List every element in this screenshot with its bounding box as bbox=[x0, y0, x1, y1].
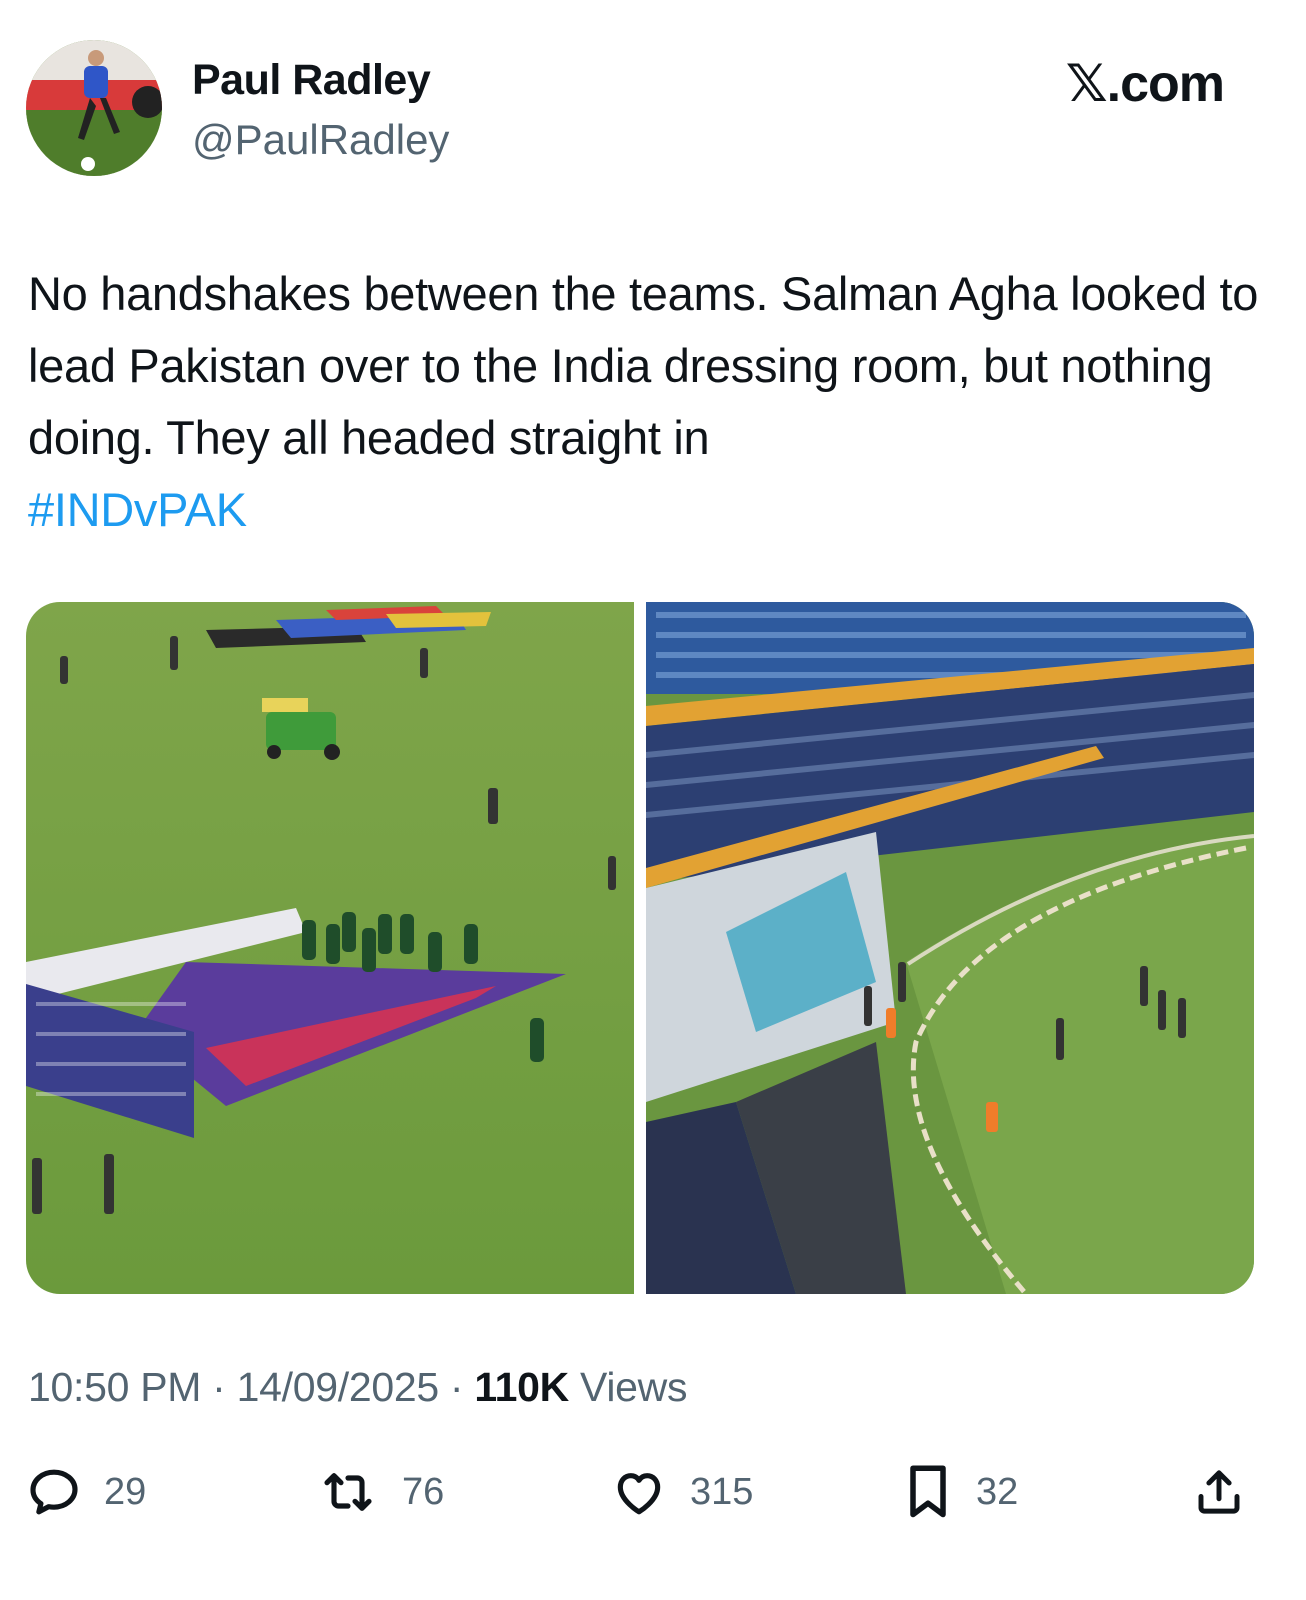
avatar-photo-icon bbox=[26, 40, 162, 176]
author-avatar[interactable] bbox=[26, 40, 162, 176]
action-bar: 29 76 315 32 bbox=[26, 1460, 1256, 1524]
x-com-logo: 𝕏.com bbox=[1065, 54, 1225, 114]
views-label: Views bbox=[568, 1364, 688, 1410]
bookmark-icon bbox=[910, 1465, 946, 1518]
stadium-stands-boundary-photo bbox=[646, 602, 1254, 1294]
hashtag-link[interactable]: #INDvPAK bbox=[28, 474, 1268, 546]
bookmark-button[interactable]: 32 bbox=[902, 1460, 1018, 1524]
media-photo-1[interactable] bbox=[26, 602, 634, 1294]
meta-separator: · bbox=[438, 1364, 475, 1410]
reply-button[interactable]: 29 bbox=[26, 1460, 146, 1524]
tweet-time[interactable]: 10:50 PM bbox=[28, 1364, 201, 1410]
brand-suffix: .com bbox=[1106, 55, 1225, 113]
share-icon bbox=[1198, 1470, 1240, 1514]
reply-icon bbox=[30, 1469, 78, 1515]
tweet-meta: 10:50 PM · 14/09/2025 · 110K Views bbox=[28, 1364, 687, 1411]
x-logo-icon: 𝕏 bbox=[1065, 54, 1108, 114]
like-button[interactable]: 315 bbox=[610, 1460, 753, 1524]
share-button[interactable] bbox=[1192, 1460, 1246, 1524]
like-heart-icon bbox=[617, 1473, 661, 1515]
repost-count: 76 bbox=[402, 1470, 445, 1513]
author-name[interactable]: Paul Radley bbox=[192, 56, 431, 105]
media-photo-2[interactable] bbox=[646, 602, 1254, 1294]
cricket-ground-players-photo bbox=[26, 602, 634, 1294]
repost-icon bbox=[324, 1473, 372, 1511]
author-handle[interactable]: @PaulRadley bbox=[192, 116, 449, 164]
reply-count: 29 bbox=[104, 1470, 147, 1513]
tweet-text: No handshakes between the teams. Salman … bbox=[28, 258, 1268, 546]
media-grid bbox=[26, 602, 1254, 1294]
like-count: 315 bbox=[690, 1470, 754, 1513]
bookmark-count: 32 bbox=[976, 1470, 1019, 1513]
views-count: 110K bbox=[474, 1364, 569, 1410]
tweet-date[interactable]: 14/09/2025 bbox=[237, 1364, 440, 1410]
repost-button[interactable]: 76 bbox=[316, 1460, 444, 1524]
meta-separator: · bbox=[201, 1364, 237, 1410]
tweet-body: No handshakes between the teams. Salman … bbox=[28, 267, 1259, 464]
